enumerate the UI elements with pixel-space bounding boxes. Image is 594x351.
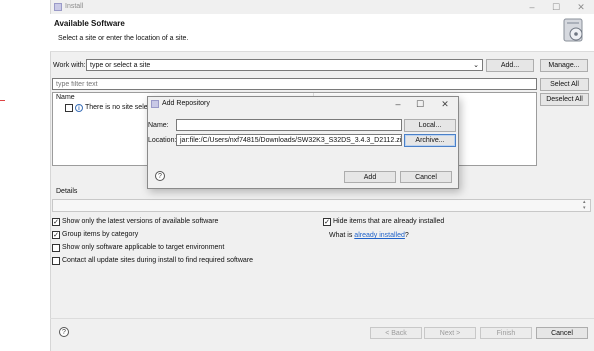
table-row-checkbox[interactable] bbox=[65, 104, 73, 112]
group-by-category-checkbox[interactable]: ✓ bbox=[52, 231, 60, 239]
repo-name-label: Name: bbox=[148, 122, 169, 129]
maximize-button[interactable]: ☐ bbox=[548, 1, 564, 13]
add-site-button[interactable]: Add... bbox=[486, 59, 534, 72]
chevron-down-icon[interactable]: ⌄ bbox=[473, 60, 479, 70]
select-all-button[interactable]: Select All bbox=[540, 78, 589, 91]
group-by-category-label: Group items by category bbox=[62, 231, 139, 238]
banner-area bbox=[50, 14, 594, 52]
local-button[interactable]: Local... bbox=[404, 119, 456, 132]
footer-separator bbox=[50, 318, 594, 319]
filter-input[interactable] bbox=[52, 78, 537, 90]
next-button[interactable]: Next > bbox=[424, 327, 476, 339]
repo-name-field[interactable] bbox=[176, 119, 402, 131]
dialog-minimize-button[interactable]: – bbox=[390, 98, 406, 110]
window-title: Install bbox=[65, 3, 84, 10]
dialog-add-button[interactable]: Add bbox=[344, 171, 396, 183]
hide-installed-checkbox[interactable]: ✓ bbox=[323, 218, 331, 226]
back-button[interactable]: < Back bbox=[370, 327, 422, 339]
archive-button[interactable]: Archive... bbox=[404, 134, 456, 147]
what-is-prefix: What is bbox=[329, 232, 355, 239]
work-with-value: type or select a site bbox=[90, 62, 151, 69]
already-installed-link[interactable]: already installed bbox=[354, 232, 405, 239]
repo-location-label: Location: bbox=[148, 137, 177, 144]
info-icon: i bbox=[75, 104, 83, 112]
contact-sites-checkbox[interactable] bbox=[52, 257, 60, 265]
work-with-label: Work with: bbox=[53, 62, 86, 69]
manage-button[interactable]: Manage... bbox=[540, 59, 588, 72]
latest-only-checkbox[interactable]: ✓ bbox=[52, 218, 60, 226]
dialog-icon bbox=[151, 100, 159, 108]
install-banner-icon bbox=[562, 18, 586, 44]
close-button[interactable]: ✕ bbox=[573, 1, 589, 13]
page-subtitle: Select a site or enter the location of a… bbox=[58, 35, 189, 42]
hide-installed-label: Hide items that are already installed bbox=[333, 218, 445, 225]
what-is-installed-text: What is already installed? bbox=[329, 231, 409, 241]
contact-sites-label: Contact all update sites during install … bbox=[62, 257, 254, 264]
latest-only-label: Show only the latest versions of availab… bbox=[62, 218, 219, 225]
dialog-cancel-button[interactable]: Cancel bbox=[400, 171, 452, 183]
work-with-combo[interactable]: type or select a site ⌄ bbox=[86, 59, 483, 71]
table-header-name: Name bbox=[56, 94, 75, 101]
window-icon bbox=[54, 3, 62, 11]
target-env-label: Show only software applicable to target … bbox=[62, 244, 225, 251]
dialog-maximize-button[interactable]: ☐ bbox=[412, 98, 428, 110]
what-is-suffix: ? bbox=[404, 232, 409, 239]
minimize-button[interactable]: – bbox=[524, 1, 540, 13]
background-mark bbox=[0, 100, 5, 101]
target-env-checkbox[interactable] bbox=[52, 244, 60, 252]
page-title: Available Software bbox=[54, 19, 125, 28]
dialog-close-button[interactable]: ✕ bbox=[437, 98, 453, 110]
details-scroll-down[interactable]: ▾ bbox=[583, 205, 586, 211]
cancel-button[interactable]: Cancel bbox=[536, 327, 588, 339]
details-area bbox=[52, 199, 591, 212]
help-icon[interactable]: ? bbox=[59, 327, 69, 337]
finish-button[interactable]: Finish bbox=[480, 327, 532, 339]
deselect-all-button[interactable]: Deselect All bbox=[540, 93, 589, 106]
details-label: Details bbox=[56, 188, 78, 195]
repo-location-field[interactable]: jar:file:/C/Users/nxf74815/Downloads/SW3… bbox=[176, 134, 402, 146]
dialog-help-icon[interactable]: ? bbox=[155, 171, 165, 181]
dialog-title: Add Repository bbox=[162, 100, 210, 107]
